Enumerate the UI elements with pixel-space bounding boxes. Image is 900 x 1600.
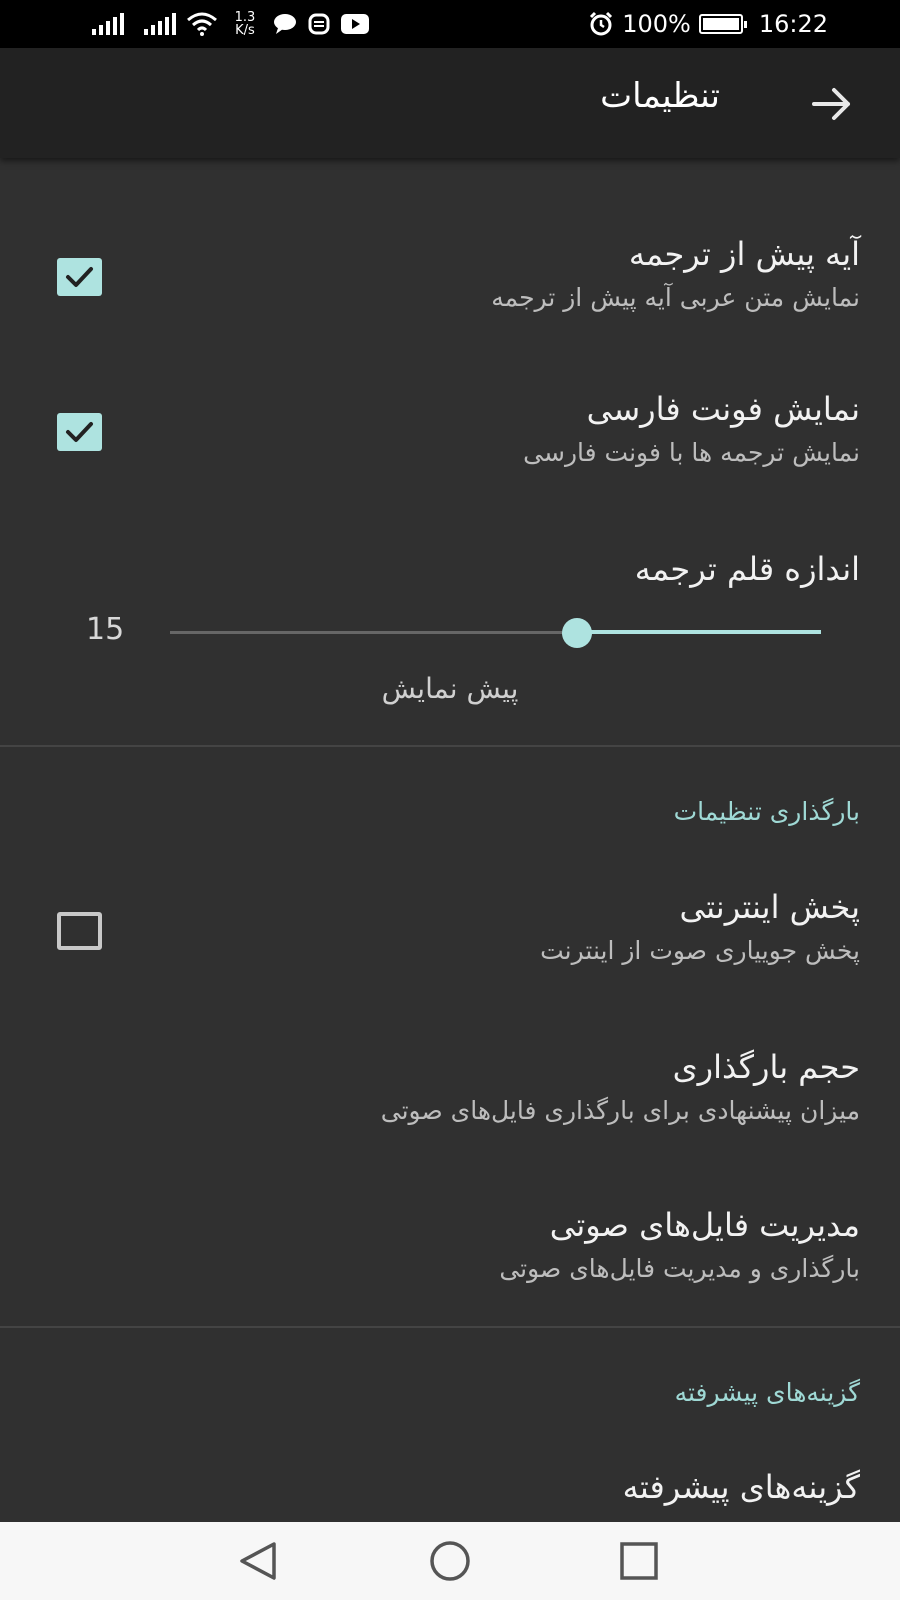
- battery-percent: 100%: [622, 10, 691, 38]
- slider-track-inactive[interactable]: [170, 631, 577, 634]
- setting-title: پخش اینترنتی: [679, 888, 860, 926]
- category-header-download: بارگذاری تنظیمات: [673, 797, 860, 826]
- status-right-icons: 100% 16:22: [588, 6, 828, 42]
- online-playback-checkbox[interactable]: [57, 912, 102, 950]
- triangle-back-icon[interactable]: [232, 1536, 286, 1586]
- signal-2-icon: [144, 13, 176, 35]
- font-size-value: 15: [86, 612, 125, 647]
- youtube-icon: [341, 14, 369, 34]
- setting-summary: پخش جوییاری صوت از اینترنت: [540, 936, 860, 965]
- setting-title: حجم بارگذاری: [672, 1048, 860, 1086]
- setting-summary: نمایش متن عربی آیه پیش از ترجمه: [491, 283, 860, 312]
- divider: [0, 745, 900, 747]
- circle-home-icon[interactable]: [423, 1536, 477, 1586]
- persian-font-checkbox[interactable]: [57, 413, 102, 451]
- setting-persian-font[interactable]: نمایش فونت فارسی نمایش ترجمه ها با فونت …: [0, 370, 900, 490]
- chat-bubble-icon: [274, 14, 296, 34]
- checkmark-icon: [66, 267, 93, 287]
- page-title: تنظیمات: [600, 76, 720, 116]
- settings-screen: 1.3 K/s 100% 16:22 تنظیمات آیه پیش از تر…: [0, 0, 900, 1600]
- setting-summary: بارگذاری و مدیریت فایل‌های صوتی: [499, 1254, 860, 1283]
- setting-summary: نمایش ترجمه ها با فونت فارسی: [523, 438, 860, 467]
- square-recents-icon[interactable]: [612, 1536, 666, 1586]
- signal-1-icon: [92, 13, 124, 35]
- checkmark-icon: [66, 422, 93, 442]
- setting-audio-management[interactable]: مدیریت فایل‌های صوتی بارگذاری و مدیریت ف…: [0, 1188, 900, 1308]
- app-notification-icon: [308, 13, 330, 35]
- category-header-advanced: گزینه‌های پیشرفته: [674, 1378, 860, 1407]
- status-left-icons: 1.3 K/s: [92, 6, 370, 42]
- battery-icon: [698, 14, 747, 34]
- arrow-right-icon[interactable]: [808, 80, 856, 128]
- setting-download-size[interactable]: حجم بارگذاری میزان پیشنهادی برای بارگذار…: [0, 1030, 900, 1150]
- font-size-slider-thumb[interactable]: [562, 618, 592, 648]
- divider: [0, 1326, 900, 1328]
- navigation-bar: [0, 1522, 900, 1600]
- setting-advanced-options[interactable]: گزینه‌های پیشرفته: [0, 1450, 900, 1522]
- setting-title: گزینه‌های پیشرفته: [622, 1468, 860, 1506]
- verse-before-translation-checkbox[interactable]: [57, 258, 102, 296]
- setting-verse-before-translation[interactable]: آیه پیش از ترجمه نمایش متن عربی آیه پیش …: [0, 215, 900, 335]
- network-speed-unit: K/s: [235, 23, 255, 38]
- setting-online-playback[interactable]: پخش اینترنتی پخش جوییاری صوت از اینترنت: [0, 870, 900, 990]
- toolbar: تنظیمات: [0, 48, 900, 158]
- setting-title: آیه پیش از ترجمه: [628, 235, 860, 273]
- setting-title: نمایش فونت فارسی: [586, 390, 860, 428]
- status-bar: 1.3 K/s 100% 16:22: [0, 0, 900, 48]
- setting-title: اندازه قلم ترجمه: [634, 550, 860, 588]
- setting-title: مدیریت فایل‌های صوتی: [549, 1206, 860, 1244]
- preview-label: پیش نمایش: [381, 672, 519, 705]
- wifi-icon: [187, 12, 217, 36]
- clock: 16:22: [758, 10, 828, 38]
- network-speed: 1.3 K/s: [228, 11, 262, 37]
- setting-summary: میزان پیشنهادی برای بارگذاری فایل‌های صو…: [380, 1096, 860, 1125]
- alarm-icon: [590, 11, 613, 36]
- slider-track-active[interactable]: [577, 630, 821, 634]
